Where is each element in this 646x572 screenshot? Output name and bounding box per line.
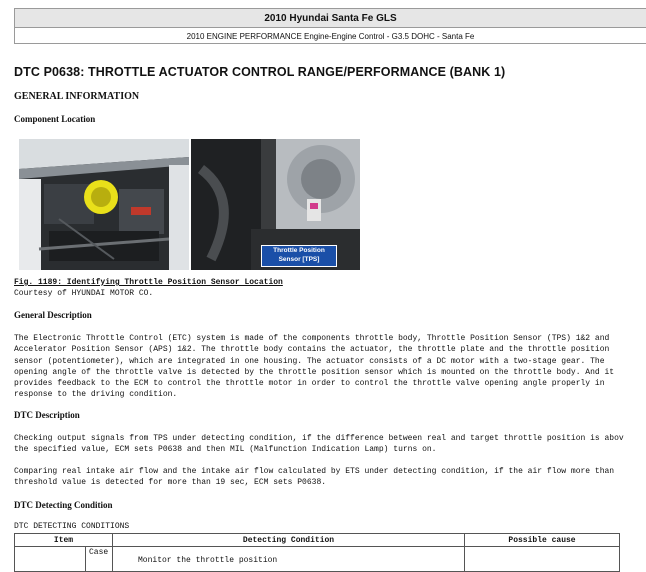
document-subtitle: 2010 ENGINE PERFORMANCE Engine-Engine Co… bbox=[186, 32, 475, 41]
dtc-description-text-1: Checking output signals from TPS under d… bbox=[14, 434, 624, 455]
condition-text: Monitor the throttle position bbox=[138, 556, 278, 565]
column-header-item: Item bbox=[14, 533, 113, 547]
tps-label-line2: Sensor [TPS] bbox=[278, 256, 320, 263]
case-cell: Case bbox=[85, 546, 113, 572]
tps-label-box: Throttle Position Sensor [TPS] bbox=[261, 245, 337, 267]
tps-label-line1: Throttle Position bbox=[273, 247, 325, 254]
column-header-detecting-condition: Detecting Condition bbox=[112, 533, 465, 547]
general-description-heading: General Description bbox=[14, 310, 92, 320]
general-information-heading: GENERAL INFORMATION bbox=[14, 91, 140, 102]
page-title: DTC P0638: THROTTLE ACTUATOR CONTROL RAN… bbox=[14, 65, 506, 79]
table-row: Case Monitor the throttle position bbox=[14, 546, 620, 572]
dtc-detecting-heading: DTC Detecting Condition bbox=[14, 500, 113, 510]
detecting-conditions-table: Item Detecting Condition Possible cause … bbox=[14, 533, 620, 572]
column-header-possible-cause: Possible cause bbox=[464, 533, 620, 547]
general-description-text: The Electronic Throttle Control (ETC) sy… bbox=[14, 334, 615, 400]
item-cell bbox=[14, 546, 86, 572]
tps-closeup-photo: Throttle Position Sensor [TPS] bbox=[191, 139, 360, 270]
cause-cell bbox=[464, 546, 620, 572]
figure-caption: Fig. 1189: Identifying Throttle Position… bbox=[14, 278, 283, 287]
figure-courtesy: Courtesy of HYUNDAI MOTOR CO. bbox=[14, 289, 154, 298]
dtc-detecting-label: DTC DETECTING CONDITIONS bbox=[14, 522, 130, 531]
engine-bay-photo bbox=[19, 139, 189, 270]
condition-cell: Monitor the throttle position bbox=[112, 546, 465, 572]
dtc-description-heading: DTC Description bbox=[14, 410, 80, 420]
component-location-heading: Component Location bbox=[14, 114, 96, 124]
dtc-description-text-2: Comparing real intake air flow and the i… bbox=[14, 467, 615, 488]
vehicle-title: 2010 Hyundai Santa Fe GLS bbox=[15, 9, 646, 28]
table-header-row: Item Detecting Condition Possible cause bbox=[14, 533, 620, 547]
document-header: 2010 Hyundai Santa Fe GLS 2010 ENGINE PE… bbox=[14, 8, 646, 44]
